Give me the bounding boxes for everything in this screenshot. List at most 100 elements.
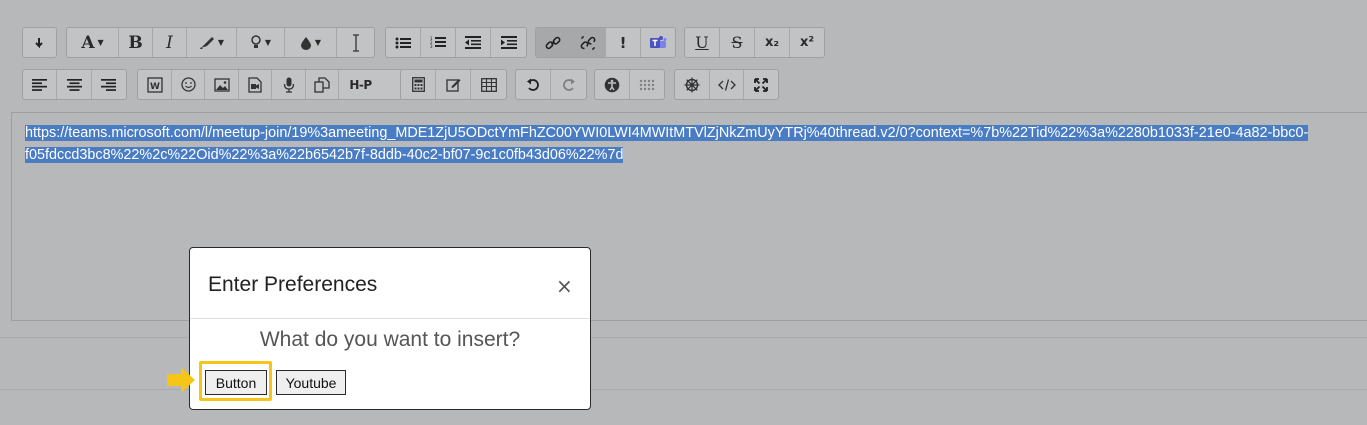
toolbar-group-align: [22, 69, 127, 100]
clear-format-button[interactable]: [337, 28, 374, 57]
table-icon: [480, 77, 497, 92]
underline-icon: U: [695, 33, 709, 52]
table-button[interactable]: [471, 70, 506, 99]
align-left-button[interactable]: [23, 70, 58, 99]
emoji-icon: [180, 77, 196, 92]
indent-button[interactable]: [491, 28, 526, 57]
manage-files-icon: [314, 76, 330, 93]
chevron-down-icon: ▼: [314, 38, 322, 47]
fullscreen-icon: [754, 77, 769, 92]
word-paste-icon: W: [146, 76, 163, 93]
highlight-icon: [199, 36, 215, 50]
accessibility-checker-button[interactable]: [595, 70, 630, 99]
indent-icon: [500, 36, 517, 49]
record-audio-button[interactable]: [272, 70, 306, 99]
align-center-button[interactable]: [57, 70, 92, 99]
chevron-down-icon: ▼: [97, 38, 104, 47]
collapse-toolbar-button[interactable]: [23, 28, 56, 57]
chevron-down-icon: ▼: [217, 38, 225, 47]
chevron-down-icon: ▼: [264, 38, 272, 47]
outdent-button[interactable]: [456, 28, 491, 57]
microphone-icon: [283, 77, 295, 93]
underline-button[interactable]: U: [685, 28, 720, 57]
manage-files-button[interactable]: [306, 70, 339, 99]
drop-icon: [300, 36, 312, 50]
toolbar-group-links: !: [535, 27, 676, 58]
italic-icon: I: [166, 32, 173, 53]
word-paste-button[interactable]: W: [138, 70, 172, 99]
align-right-icon: [101, 78, 117, 91]
strikethrough-button[interactable]: S: [720, 28, 755, 57]
bulb-button[interactable]: ▼: [237, 28, 285, 57]
redo-button[interactable]: [551, 70, 586, 99]
fullscreen-button[interactable]: [744, 70, 778, 99]
accessibility-icon: [604, 77, 620, 93]
align-right-button[interactable]: [92, 70, 126, 99]
bulb-icon: [250, 35, 262, 50]
h5p-icon: H-P: [349, 77, 372, 92]
edit-icon: [445, 77, 461, 92]
outdent-icon: [465, 36, 481, 49]
teams-button[interactable]: [641, 28, 675, 57]
toolbar-group-view: [674, 69, 779, 100]
settings-button[interactable]: [675, 70, 710, 99]
selected-url-text[interactable]: https://teams.microsoft.com/l/meetup-joi…: [25, 122, 1360, 166]
image-icon: [213, 77, 230, 92]
insert-youtube-option[interactable]: Youtube: [276, 370, 346, 395]
arrow-pointer-icon: [167, 367, 195, 397]
media-icon: [248, 76, 262, 93]
superscript-icon: x²: [799, 35, 815, 50]
html-icon: [717, 78, 736, 91]
unlink-icon: [580, 35, 596, 51]
important-button[interactable]: !: [606, 28, 641, 57]
svg-text:W: W: [150, 82, 160, 92]
highlight-button[interactable]: ▼: [187, 28, 237, 57]
bold-button[interactable]: B: [119, 28, 153, 57]
media-button[interactable]: [239, 70, 272, 99]
superscript-button[interactable]: x²: [790, 28, 824, 57]
edit-button[interactable]: [436, 70, 471, 99]
strikethrough-icon: S: [731, 33, 743, 52]
toolbar-group-format: A ▼ B I ▼ ▼ ▼: [66, 27, 375, 58]
dialog-title: Enter Preferences: [208, 273, 378, 296]
align-center-icon: [66, 78, 82, 91]
ordered-list-button[interactable]: 123: [421, 28, 456, 57]
toolbar-group-tools: [400, 69, 507, 100]
font-color-button[interactable]: A ▼: [67, 28, 119, 57]
teams-icon: [649, 35, 667, 51]
important-icon: !: [619, 33, 627, 52]
unordered-list-icon: [395, 37, 411, 49]
highlight-frame: [199, 361, 272, 401]
screen-reader-helper-button[interactable]: [630, 70, 664, 99]
h5p-button[interactable]: H-P: [339, 70, 382, 99]
image-button[interactable]: [205, 70, 239, 99]
undo-icon: [526, 78, 540, 92]
undo-button[interactable]: [516, 70, 551, 99]
toolbar-group-accessibility: [594, 69, 665, 100]
toolbar-group-insert: W H-P: [137, 69, 403, 100]
toolbar-group-history: [515, 69, 587, 100]
dialog-divider: [190, 318, 590, 319]
font-color-icon: A: [81, 32, 95, 53]
align-left-icon: [32, 78, 48, 91]
close-icon[interactable]: ×: [556, 276, 573, 296]
subscript-button[interactable]: x₂: [755, 28, 790, 57]
ordered-list-icon: 123: [430, 36, 446, 49]
unordered-list-button[interactable]: [386, 28, 421, 57]
svg-text:3: 3: [430, 44, 433, 49]
collapse-icon: [34, 36, 46, 50]
equation-button[interactable]: [401, 70, 436, 99]
italic-button[interactable]: I: [153, 28, 187, 57]
toolbar-group-lists: 123: [385, 27, 527, 58]
link-icon: [545, 35, 561, 51]
cursor-icon: [351, 33, 361, 52]
calculator-icon: [411, 77, 425, 92]
redo-icon: [562, 78, 576, 92]
bold-icon: B: [128, 32, 143, 53]
link-button[interactable]: [536, 28, 571, 57]
url-selection: https://teams.microsoft.com/l/meetup-joi…: [25, 125, 1309, 163]
drop-button[interactable]: ▼: [285, 28, 337, 57]
html-button[interactable]: [710, 70, 745, 99]
unlink-button[interactable]: [571, 28, 606, 57]
emoji-button[interactable]: [172, 70, 205, 99]
